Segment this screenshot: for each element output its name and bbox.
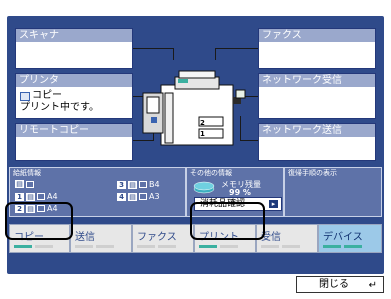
tab-device-label: デバイス xyxy=(323,232,363,243)
status-indicator xyxy=(14,245,32,248)
status-indicator xyxy=(35,245,53,248)
status-indicator xyxy=(282,245,300,248)
network-send-box[interactable]: ネットワーク送信 xyxy=(258,123,376,161)
scanner-title: スキャナ xyxy=(16,29,132,42)
tab-send-label: 送信 xyxy=(75,232,95,243)
paper-row: 3 ▤ B4 xyxy=(117,180,160,189)
fax-box[interactable]: ファクス xyxy=(258,28,376,69)
arrow-right-icon: ▸ xyxy=(269,200,278,208)
remote-copy-title: リモートコピー xyxy=(16,124,132,137)
tray-icon: ▤ xyxy=(128,192,137,201)
paper-size: A4 xyxy=(47,192,58,201)
tray-number: 1 xyxy=(15,192,24,201)
connector-line xyxy=(215,48,258,49)
tray-number: 4 xyxy=(117,192,126,201)
paper-size: B4 xyxy=(149,180,160,189)
paper-row: ▤ xyxy=(15,180,34,188)
tray-label-2: 2 xyxy=(200,119,205,127)
memory-disk-icon xyxy=(193,181,215,194)
enter-icon: ↵ xyxy=(368,280,377,291)
connector-line xyxy=(133,48,173,49)
copy-job-icon xyxy=(20,91,30,101)
tray-icon: ▤ xyxy=(15,180,24,188)
printer-job-label: コピー xyxy=(32,90,62,101)
close-button[interactable]: 閉じる ↵ xyxy=(296,276,384,293)
paper-icon xyxy=(37,193,45,200)
recovery-box[interactable]: 復帰手順の表示 xyxy=(284,167,382,217)
printer-title: プリンタ xyxy=(16,74,132,87)
printer-status: コピー プリント中です。 xyxy=(16,87,132,117)
tray-label-1: 1 xyxy=(200,130,205,138)
status-indicator xyxy=(96,245,114,248)
print-tab-highlight xyxy=(190,202,265,240)
status-indicator xyxy=(344,245,362,248)
network-send-title: ネットワーク送信 xyxy=(259,124,375,137)
memory-value: 99 % xyxy=(229,188,251,197)
status-indicator xyxy=(220,245,238,248)
printer-box[interactable]: プリンタ コピー プリント中です。 xyxy=(15,73,133,119)
other-info-title: その他の情報 xyxy=(190,169,232,177)
device-status-screen: スキャナ プリンタ コピー プリント中です。 リモートコピー ファクス ネットワ… xyxy=(0,0,391,299)
tab-device[interactable]: デバイス xyxy=(318,224,382,253)
paper-row: 4 ▤ A3 xyxy=(117,192,160,201)
tab-send[interactable]: 送信 xyxy=(70,224,132,253)
paper-row: 1 ▤ A4 xyxy=(15,192,58,201)
paper-info-title: 給紙情報 xyxy=(13,169,41,177)
remote-copy-box[interactable]: リモートコピー xyxy=(15,123,133,161)
paper-icon xyxy=(26,180,34,188)
fax-title: ファクス xyxy=(259,29,375,42)
tray-number: 3 xyxy=(117,180,126,189)
tab-receive[interactable]: 受信 xyxy=(256,224,318,253)
tray-icon: ▤ xyxy=(26,192,35,201)
status-indicator xyxy=(158,245,176,248)
status-indicator xyxy=(199,245,217,248)
recovery-title: 復帰手順の表示 xyxy=(288,169,337,177)
copy-tab-highlight xyxy=(5,202,73,240)
paper-size: A3 xyxy=(149,192,160,201)
status-indicator xyxy=(261,245,279,248)
close-button-label: 閉じる xyxy=(319,279,349,290)
status-indicator xyxy=(323,245,341,248)
status-indicator xyxy=(137,245,155,248)
printer-status-text: プリント中です。 xyxy=(20,102,99,113)
paper-icon xyxy=(139,193,147,200)
tab-fax-label: ファクス xyxy=(137,232,177,243)
paper-icon xyxy=(139,181,147,188)
network-receive-title: ネットワーク受信 xyxy=(259,74,375,87)
tab-fax[interactable]: ファクス xyxy=(132,224,194,253)
tray-icon: ▤ xyxy=(128,180,137,189)
scanner-box[interactable]: スキャナ xyxy=(15,28,133,69)
status-indicator xyxy=(75,245,93,248)
network-receive-box[interactable]: ネットワーク受信 xyxy=(258,73,376,119)
